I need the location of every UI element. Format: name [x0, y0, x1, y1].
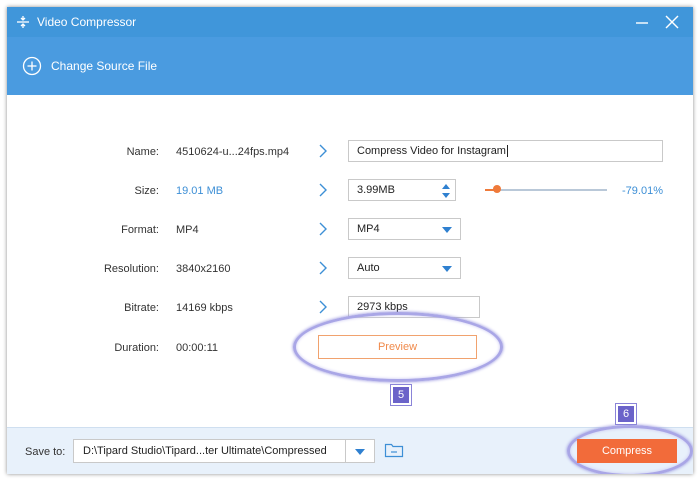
- close-icon[interactable]: [663, 13, 681, 31]
- window-title: Video Compressor: [37, 15, 137, 29]
- stepper-arrows-icon[interactable]: [441, 182, 451, 200]
- preview-button[interactable]: Preview: [318, 335, 477, 359]
- size-label: Size:: [134, 185, 159, 197]
- bitrate-label: Bitrate:: [124, 302, 159, 314]
- format-select[interactable]: MP4: [348, 218, 461, 240]
- format-label: Format:: [121, 224, 159, 236]
- step-badge-5: 5: [391, 385, 411, 405]
- resolution-select-value: Auto: [357, 262, 380, 274]
- format-select-value: MP4: [357, 223, 380, 235]
- caret-down-icon: [355, 449, 365, 455]
- output-name-text: Compress Video for Instagram: [357, 145, 506, 157]
- folder-icon[interactable]: [384, 441, 404, 459]
- change-source-file-label: Change Source File: [51, 59, 158, 73]
- change-source-file-button[interactable]: Change Source File: [22, 54, 157, 78]
- save-to-label: Save to:: [25, 446, 66, 458]
- chevron-right-icon: [319, 222, 327, 236]
- duration-label: Duration:: [114, 342, 159, 354]
- chevron-right-icon: [319, 144, 327, 158]
- title-bar: Video Compressor: [7, 7, 693, 37]
- step-badge-6: 6: [616, 404, 636, 424]
- size-slider-thumb[interactable]: [493, 185, 502, 193]
- size-stepper[interactable]: 3.99MB: [348, 179, 456, 201]
- chevron-right-icon: [319, 300, 327, 314]
- source-duration-value: 00:00:11: [176, 342, 219, 354]
- caret-down-icon: [442, 227, 452, 233]
- caret-down-icon: [442, 266, 452, 272]
- save-path-dropdown-button[interactable]: [346, 439, 375, 463]
- chevron-right-icon: [319, 261, 327, 275]
- resolution-select[interactable]: Auto: [348, 257, 461, 279]
- size-percent: -79.01%: [622, 185, 663, 197]
- output-name-input[interactable]: Compress Video for Instagram: [348, 140, 663, 162]
- source-bitrate-value: 14169 kbps: [176, 302, 233, 314]
- resolution-label: Resolution:: [103, 263, 159, 275]
- toolbar: Change Source File: [7, 37, 693, 95]
- chevron-right-icon: [319, 183, 327, 197]
- compress-arrows-icon: [17, 16, 29, 28]
- source-resolution-value: 3840x2160: [176, 263, 231, 275]
- size-stepper-value: 3.99MB: [357, 184, 395, 196]
- source-size-value: 19.01 MB: [176, 185, 224, 197]
- source-name-value: 4510624-u...24fps.mp4: [176, 146, 290, 158]
- name-label: Name:: [126, 146, 159, 158]
- text-cursor: [506, 145, 508, 157]
- save-path-field[interactable]: D:\Tipard Studio\Tipard...ter Ultimate\C…: [73, 439, 346, 463]
- plus-circle-icon: [22, 56, 42, 76]
- save-path-value: D:\Tipard Studio\Tipard...ter Ultimate\C…: [83, 445, 327, 457]
- source-format-value: MP4: [176, 224, 199, 236]
- video-compressor-window: Video Compressor Change Source File Name…: [7, 7, 693, 474]
- size-slider[interactable]: [485, 185, 607, 193]
- compress-button[interactable]: Compress: [577, 439, 677, 463]
- minimize-icon[interactable]: [633, 13, 651, 31]
